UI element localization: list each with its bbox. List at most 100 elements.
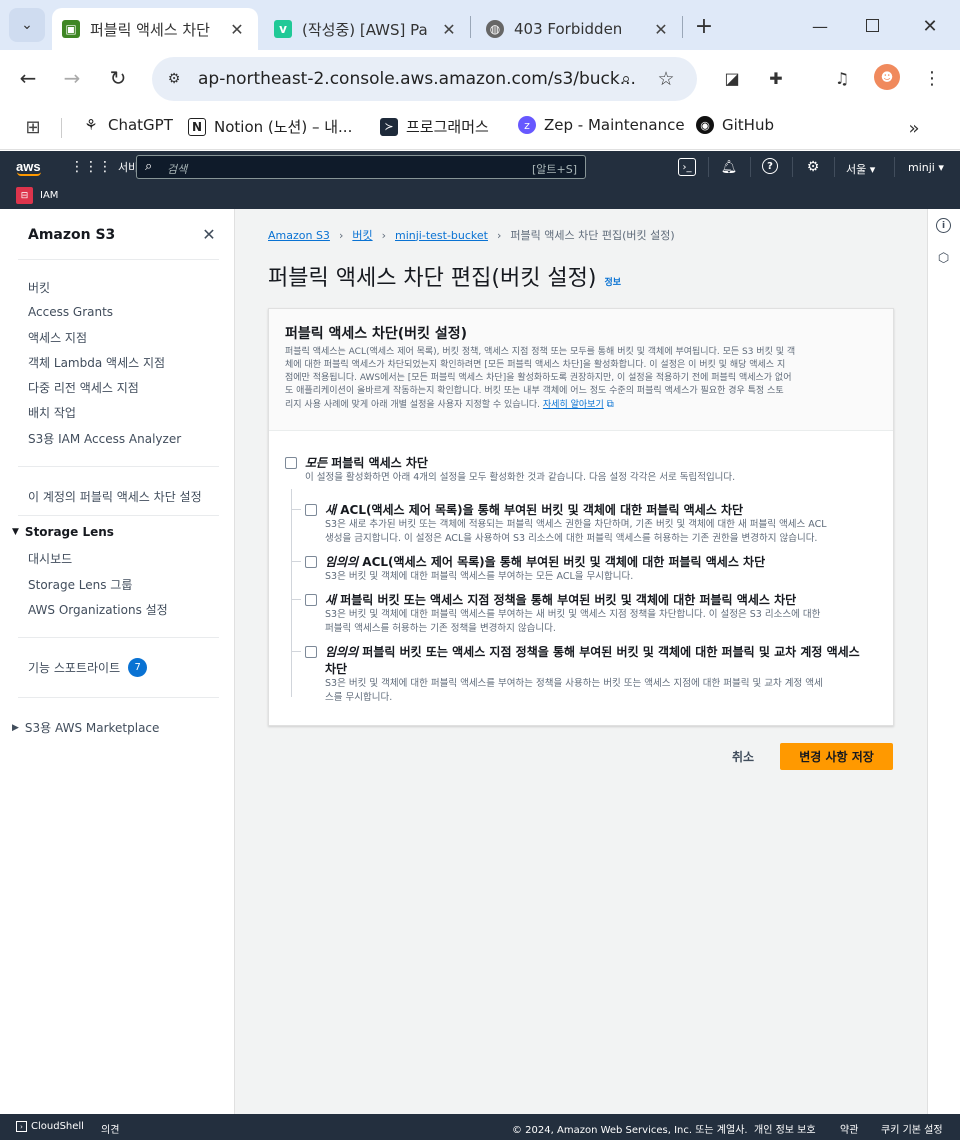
cloudshell-icon: › bbox=[16, 1121, 27, 1132]
settings-icon[interactable]: ⚙ bbox=[804, 158, 822, 176]
sidebar-item-lambda-access-points[interactable]: 객체 Lambda 액세스 지점 bbox=[28, 354, 165, 371]
bookmark-zep[interactable]: z Zep - Maintenance bbox=[518, 116, 685, 134]
site-info-icon[interactable]: ⚙ bbox=[162, 67, 186, 91]
menu-icon[interactable]: ⋮ bbox=[920, 66, 944, 90]
close-icon[interactable]: ✕ bbox=[228, 20, 246, 39]
tab-2[interactable]: v (작성중) [AWS] Pa ✕ bbox=[264, 8, 470, 50]
apps-grid-icon[interactable]: ⊞ bbox=[22, 116, 44, 138]
url-field[interactable]: ⚙ ap-northeast-2.console.aws.amazon.com/… bbox=[152, 57, 697, 101]
maximize-icon[interactable] bbox=[866, 19, 879, 32]
sidebar-item-organizations-settings[interactable]: AWS Organizations 설정 bbox=[28, 601, 168, 618]
search-input[interactable]: ⌕ 검색 [알트+S] bbox=[136, 155, 586, 179]
learn-more-link[interactable]: 자세히 알아보기 bbox=[543, 400, 604, 410]
terms-link[interactable]: 약관 bbox=[840, 1121, 858, 1136]
extension-icon[interactable]: ◪ bbox=[720, 66, 744, 90]
info-link[interactable]: 정보 bbox=[605, 275, 622, 288]
block-any-policies-label-cont: 차단 bbox=[325, 662, 348, 676]
zoom-icon[interactable]: ⌕ bbox=[614, 67, 638, 91]
sidebar-item-multi-region-access-points[interactable]: 다중 리전 액세스 지점 bbox=[28, 379, 139, 396]
breadcrumb-bucket[interactable]: minji-test-bucket bbox=[395, 229, 488, 242]
github-icon: ◉ bbox=[696, 116, 714, 134]
programmers-icon: ≻ bbox=[380, 117, 398, 136]
bookmark-programmers[interactable]: ≻ 프로그래머스 bbox=[380, 116, 489, 137]
bookmarks-bar: ⊞ ⚘ ChatGPT N Notion (노션) – 내... ≻ 프로그래머… bbox=[0, 108, 960, 150]
breadcrumb-amazon-s3[interactable]: Amazon S3 bbox=[268, 229, 330, 242]
puzzle-icon[interactable]: ✚ bbox=[764, 66, 788, 90]
option-title: 퍼블릭 버킷 또는 액세스 지점 정책을 통해 부여된 버킷 및 객체에 대한 … bbox=[358, 645, 860, 659]
bookmark-label: GitHub bbox=[722, 116, 774, 134]
close-icon[interactable]: ✕ bbox=[652, 20, 670, 39]
hexagon-icon[interactable]: ⬡ bbox=[936, 251, 951, 266]
block-all-label: 모든 퍼블릭 액세스 차단 bbox=[305, 454, 428, 471]
help-icon[interactable]: ? bbox=[762, 158, 778, 174]
reload-icon[interactable]: ↻ bbox=[104, 64, 132, 92]
sidebar-item-buckets[interactable]: 버킷 bbox=[28, 279, 50, 296]
block-new-policies-checkbox[interactable] bbox=[305, 594, 317, 606]
back-icon[interactable]: ← bbox=[14, 64, 42, 92]
block-any-acls-checkbox[interactable] bbox=[305, 556, 317, 568]
panel-description-line: 점에만 적용됩니다. AWS에서는 [모든 퍼블릭 액세스 차단]을 활성화하도… bbox=[285, 373, 792, 383]
sidebar-item-batch-operations[interactable]: 배치 작업 bbox=[28, 404, 76, 421]
close-window-icon[interactable]: ✕ bbox=[916, 12, 944, 40]
tab-search-button[interactable]: ⌄ bbox=[9, 8, 45, 42]
sidebar-item-account-block-settings[interactable]: 이 계정의 퍼블릭 액세스 차단 설정 bbox=[28, 488, 202, 505]
sidebar-item-dashboards[interactable]: 대시보드 bbox=[28, 550, 72, 567]
tab-active[interactable]: ▣ 퍼블릭 액세스 차단 ✕ bbox=[52, 8, 258, 50]
block-all-checkbox[interactable] bbox=[285, 457, 297, 469]
search-shortcut: [알트+S] bbox=[531, 163, 577, 176]
s3-sidebar: Amazon S3 ✕ 버킷 Access Grants 액세스 지점 객체 L… bbox=[0, 209, 235, 1114]
star-icon[interactable]: ☆ bbox=[654, 67, 678, 91]
sidebar-item-access-points[interactable]: 액세스 지점 bbox=[28, 329, 87, 346]
sidebar-item-storage-lens-groups[interactable]: Storage Lens 그룹 bbox=[28, 576, 132, 593]
forward-icon[interactable]: → bbox=[58, 64, 86, 92]
info-icon[interactable]: i bbox=[936, 218, 951, 233]
bookmark-chatgpt[interactable]: ⚘ ChatGPT bbox=[82, 116, 173, 134]
sidebar-item-access-grants[interactable]: Access Grants bbox=[28, 305, 113, 319]
bookmark-github[interactable]: ◉ GitHub bbox=[696, 116, 774, 134]
account-menu[interactable]: minji ▾ bbox=[908, 161, 944, 174]
cloudshell-icon[interactable]: ›_ bbox=[678, 158, 696, 176]
save-button[interactable]: 변경 사항 저장 bbox=[780, 743, 893, 770]
aws-s3-favicon: ▣ bbox=[62, 20, 80, 38]
iam-label: IAM bbox=[40, 190, 59, 201]
block-any-policies-checkbox[interactable] bbox=[305, 646, 317, 658]
panel-description: 퍼블릭 액세스는 ACL(액세스 제어 목록), 버킷 정책, 액세스 지점 정… bbox=[285, 346, 885, 412]
tab-3[interactable]: ◍ 403 Forbidden ✕ bbox=[476, 8, 682, 50]
privacy-link[interactable]: 개인 정보 보호 bbox=[754, 1121, 816, 1136]
aws-logo[interactable]: aws bbox=[16, 156, 44, 176]
avatar[interactable]: ☻ bbox=[874, 64, 900, 90]
breadcrumb: Amazon S3 › 버킷 › minji-test-bucket › 퍼블릭… bbox=[268, 227, 675, 243]
notion-icon: N bbox=[188, 117, 206, 136]
chevron-right-icon: › bbox=[496, 228, 502, 242]
close-icon[interactable]: ✕ bbox=[440, 20, 458, 39]
region-selector[interactable]: 서울 ▾ bbox=[846, 161, 875, 177]
media-icon[interactable]: ♫ bbox=[830, 66, 854, 90]
block-new-acls-checkbox[interactable] bbox=[305, 504, 317, 516]
close-icon[interactable]: ✕ bbox=[200, 225, 218, 244]
bookmark-notion[interactable]: N Notion (노션) – 내... bbox=[188, 116, 352, 137]
cancel-button[interactable]: 취소 bbox=[732, 748, 754, 765]
copyright: © 2024, Amazon Web Services, Inc. 또는 계열사… bbox=[512, 1125, 748, 1136]
block-any-policies-description: S3은 버킷 및 객체에 대한 퍼블릭 액세스를 부여하는 정책을 사용하는 버… bbox=[325, 677, 823, 705]
breadcrumb-buckets[interactable]: 버킷 bbox=[352, 227, 372, 243]
panel-description-line: 체에 대한 퍼블릭 액세스가 차단되었는지 확인하려면 [모든 퍼블릭 액세스 … bbox=[285, 360, 786, 370]
storage-lens-section[interactable]: ▼ Storage Lens bbox=[12, 525, 114, 539]
service-shortcut-iam[interactable]: ⊟ IAM bbox=[16, 187, 58, 204]
panel-description-line: 리지 사용 사례에 맞게 아래 개별 설정을 사용자 지정할 수 있습니다. bbox=[285, 400, 541, 410]
marketplace-label: S3용 AWS Marketplace bbox=[24, 721, 160, 735]
tab-title: 퍼블릭 액세스 차단 bbox=[90, 20, 210, 39]
more-bookmarks-icon[interactable]: » bbox=[902, 116, 926, 140]
minimize-icon[interactable]: — bbox=[806, 12, 834, 40]
feature-spotlight[interactable]: 기능 스포트라이트 7 bbox=[28, 658, 148, 677]
feedback-link[interactable]: 의견 bbox=[101, 1121, 119, 1136]
tab-title: (작성중) [AWS] Pa bbox=[302, 20, 428, 39]
bell-icon[interactable]: 🔔︎ bbox=[720, 158, 738, 176]
cloudshell-label: CloudShell bbox=[31, 1121, 84, 1132]
new-tab-icon[interactable]: + bbox=[690, 12, 718, 40]
block-new-acls-description: S3은 새로 추가된 버킷 또는 객체에 적용되는 퍼블릭 액세스 권한을 차단… bbox=[325, 518, 827, 546]
marketplace-section[interactable]: ▶ S3용 AWS Marketplace bbox=[12, 719, 159, 736]
panel-title: 퍼블릭 액세스 차단(버킷 설정) bbox=[285, 326, 467, 342]
sidebar-item-iam-access-analyzer[interactable]: S3용 IAM Access Analyzer bbox=[28, 430, 181, 447]
cloudshell-link[interactable]: › CloudShell bbox=[16, 1121, 84, 1132]
cookie-preferences-link[interactable]: 쿠키 기본 설정 bbox=[881, 1121, 943, 1136]
